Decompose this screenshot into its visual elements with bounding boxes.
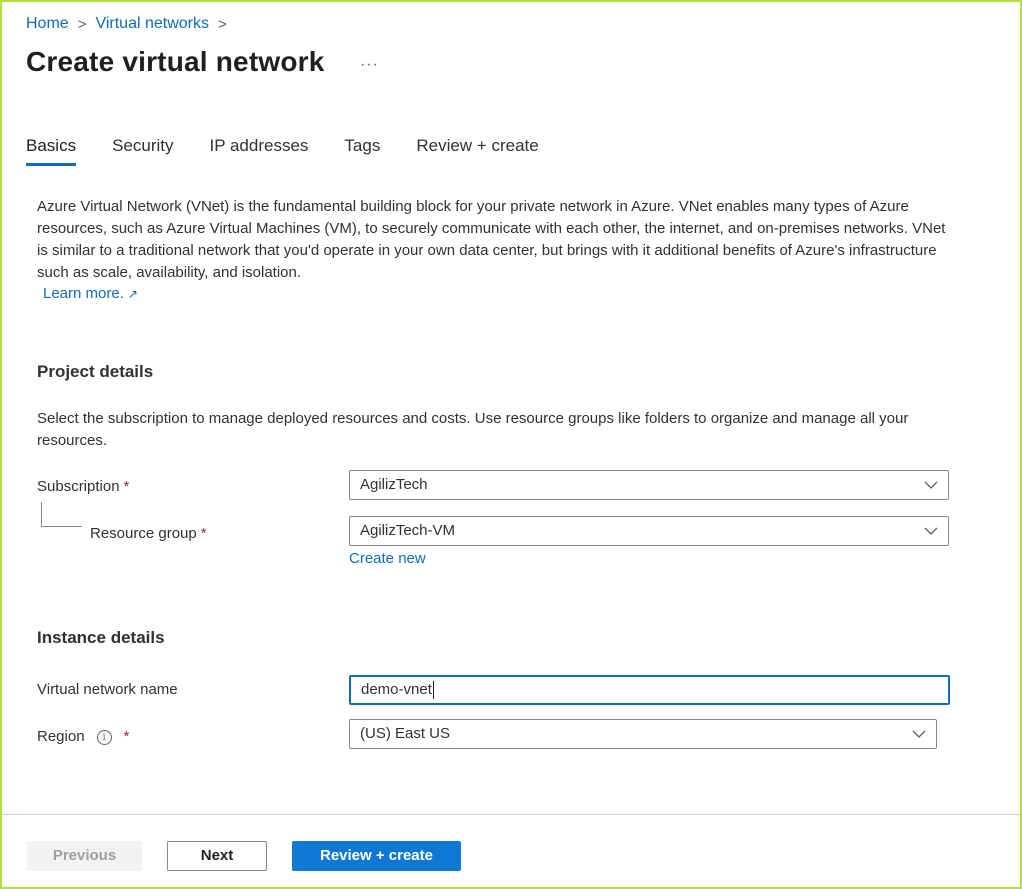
external-link-icon: ↗ bbox=[127, 287, 138, 301]
chevron-right-icon: > bbox=[77, 15, 87, 33]
chevron-right-icon: > bbox=[217, 15, 227, 33]
intro-description: Azure Virtual Network (VNet) is the fund… bbox=[37, 198, 946, 281]
project-details-heading: Project details bbox=[37, 362, 154, 381]
page-title: Create virtual network bbox=[26, 46, 325, 77]
subscription-label: Subscription * bbox=[37, 478, 129, 495]
text-caret bbox=[432, 681, 434, 700]
tab-ip-addresses[interactable]: IP addresses bbox=[210, 136, 309, 166]
breadcrumb-virtual-networks[interactable]: Virtual networks bbox=[95, 15, 209, 33]
tab-tags[interactable]: Tags bbox=[344, 136, 380, 166]
instance-details-heading: Instance details bbox=[37, 628, 165, 647]
required-marker: * bbox=[123, 728, 130, 745]
vnet-name-value: demo-vnet bbox=[361, 681, 432, 698]
tab-basics[interactable]: Basics bbox=[26, 136, 77, 166]
review-create-button[interactable]: Review + create bbox=[292, 841, 461, 871]
resource-group-label-text: Resource group bbox=[90, 525, 197, 542]
create-new-resource-group-link[interactable]: Create new bbox=[349, 550, 426, 567]
tab-review-create[interactable]: Review + create bbox=[416, 136, 538, 166]
required-marker: * bbox=[200, 525, 207, 542]
region-dropdown[interactable]: (US) East US bbox=[349, 719, 937, 749]
required-marker: * bbox=[123, 478, 130, 495]
info-icon[interactable]: i bbox=[96, 729, 112, 745]
region-value: (US) East US bbox=[360, 725, 451, 742]
vnet-name-input[interactable]: demo-vnet bbox=[349, 675, 950, 705]
learn-more-label: Learn more. bbox=[43, 285, 124, 302]
tab-list: Basics Security IP addresses Tags Review… bbox=[26, 136, 575, 166]
resource-group-value: AgilizTech-VM bbox=[360, 522, 456, 539]
learn-more-link[interactable]: Learn more. ↗ bbox=[43, 285, 138, 302]
breadcrumb-home[interactable]: Home bbox=[26, 15, 69, 33]
footer-divider bbox=[2, 814, 1020, 815]
subscription-label-text: Subscription bbox=[37, 478, 120, 495]
subscription-dropdown[interactable]: AgilizTech bbox=[349, 470, 949, 500]
project-details-description: Select the subscription to manage deploy… bbox=[37, 410, 909, 449]
chevron-down-icon bbox=[924, 481, 938, 489]
chevron-down-icon bbox=[912, 730, 926, 738]
resource-group-label: Resource group * bbox=[90, 525, 207, 542]
breadcrumb: Home > Virtual networks > bbox=[26, 15, 236, 33]
more-actions-icon[interactable]: ··· bbox=[360, 56, 379, 74]
tree-connector bbox=[41, 502, 82, 527]
tab-security[interactable]: Security bbox=[112, 136, 173, 166]
resource-group-dropdown[interactable]: AgilizTech-VM bbox=[349, 516, 949, 546]
next-button[interactable]: Next bbox=[167, 841, 267, 871]
vnet-name-label: Virtual network name bbox=[37, 681, 178, 698]
chevron-down-icon bbox=[924, 527, 938, 535]
region-label: Region i * bbox=[37, 728, 129, 745]
window-frame: Home > Virtual networks > Create virtual… bbox=[0, 0, 1022, 889]
subscription-value: AgilizTech bbox=[360, 476, 428, 493]
region-label-text: Region bbox=[37, 728, 85, 745]
previous-button[interactable]: Previous bbox=[27, 841, 142, 871]
